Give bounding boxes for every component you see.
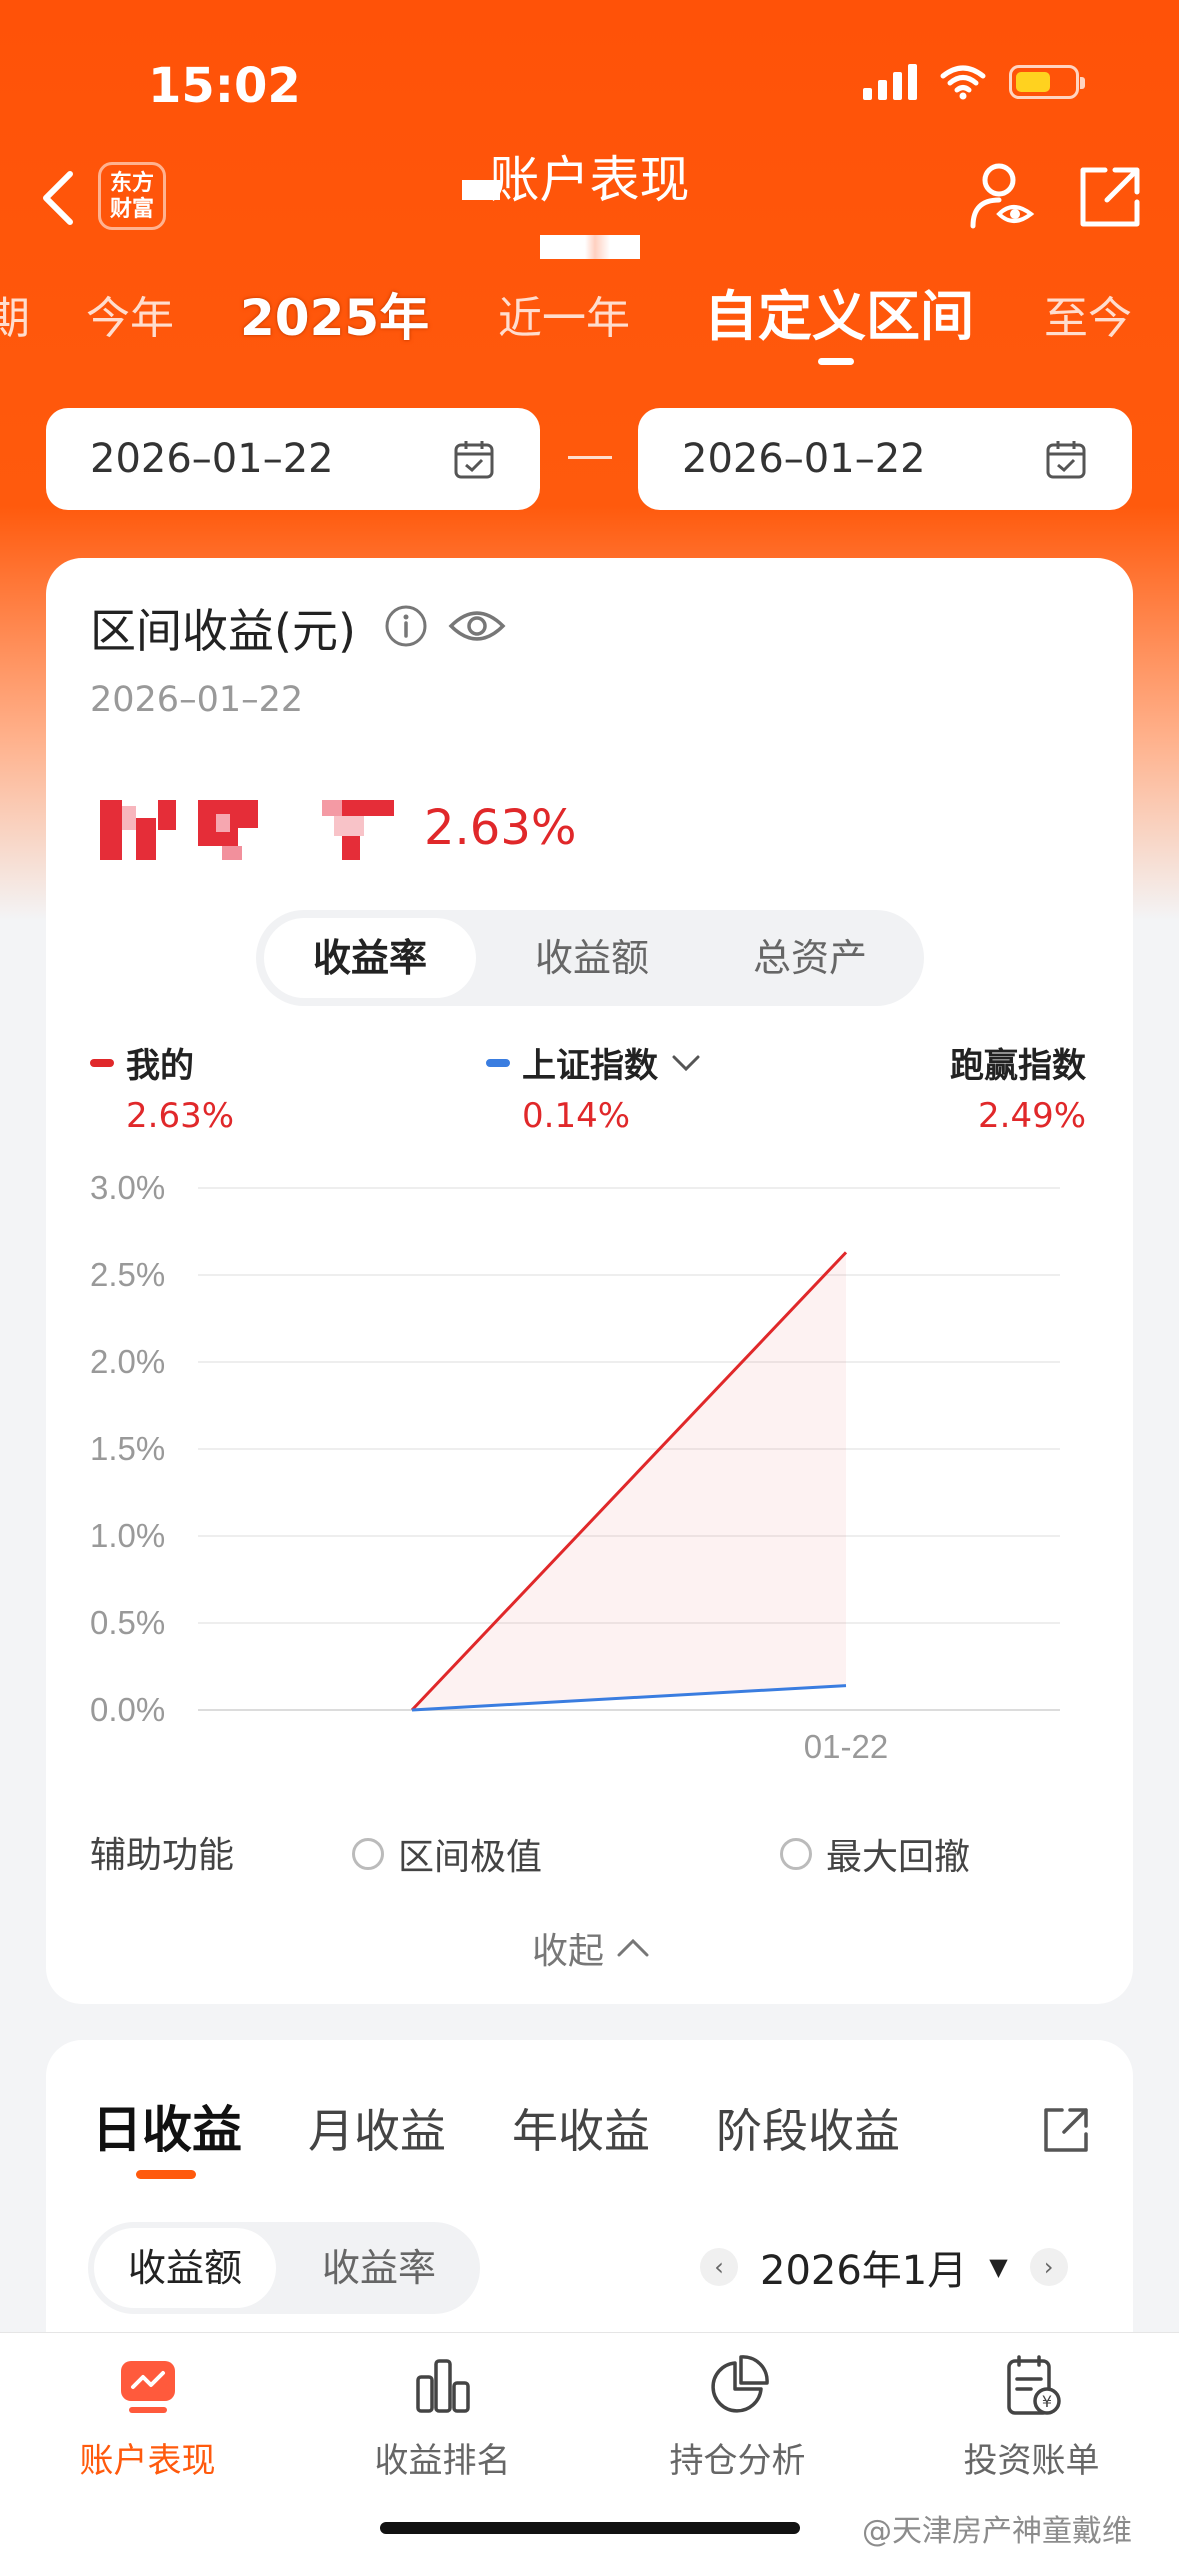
y-tick-label: 2.0% bbox=[90, 1343, 165, 1380]
user-privacy-icon[interactable] bbox=[965, 160, 1037, 232]
start-date-input[interactable]: 2026–01–22 bbox=[46, 408, 540, 510]
tab-custom-range[interactable]: 自定义区间 bbox=[704, 272, 974, 351]
y-tick-label: 1.0% bbox=[90, 1517, 165, 1554]
bottom-nav-bill[interactable]: ¥ 投资账单 bbox=[884, 2353, 1179, 2482]
bottom-nav-holdings[interactable]: 持仓分析 bbox=[590, 2353, 885, 2482]
bottom-nav-label: 账户表现 bbox=[79, 2441, 216, 2481]
period-tabs: 期 今年 2025年 近一年 自定义区间 至今 bbox=[0, 282, 1179, 362]
tab-to-date[interactable]: 至今 bbox=[1044, 282, 1132, 346]
segment-return-amount[interactable]: 收益额 bbox=[486, 918, 698, 998]
tab-underline bbox=[818, 358, 854, 365]
bar-chart-icon bbox=[415, 2359, 470, 2413]
y-tick-label: 2.5% bbox=[90, 1256, 165, 1293]
aux-label: 辅助功能 bbox=[90, 1835, 235, 1876]
bottom-nav-label: 收益排名 bbox=[374, 2441, 511, 2481]
legend-mine-label: 我的 bbox=[126, 1046, 194, 1086]
radio-circle[interactable] bbox=[780, 1838, 812, 1870]
return-chart: 0.0% 0.5% 1.0% 1.5% 2.0% 2.5% 3.0% 01-22 bbox=[90, 1169, 1060, 1765]
y-tick-label: 1.5% bbox=[90, 1430, 165, 1467]
trend-chart-icon bbox=[120, 2361, 175, 2413]
x-tick-label: 01-22 bbox=[804, 1728, 888, 1765]
collapse-label: 收起 bbox=[532, 1931, 605, 1972]
pie-chart-icon bbox=[710, 2355, 769, 2413]
bill-icon: ¥ bbox=[1006, 2355, 1061, 2415]
legend-excess-value: 2.49% bbox=[978, 1096, 1087, 1136]
segment-daily-rate[interactable]: 收益率 bbox=[284, 2228, 474, 2308]
calendar-icon bbox=[1046, 441, 1086, 479]
month-label[interactable]: 2026年1月 bbox=[760, 2238, 967, 2296]
tab-this-year[interactable]: 今年 bbox=[86, 282, 174, 346]
tab-last-year[interactable]: 近一年 bbox=[498, 282, 630, 346]
status-icons bbox=[863, 64, 1085, 100]
legend-mine-swatch bbox=[90, 1058, 114, 1067]
bottom-nav-account[interactable]: 账户表现 bbox=[0, 2353, 295, 2482]
legend-index[interactable]: 上证指数 bbox=[486, 1038, 702, 1087]
legend-mine: 我的 bbox=[90, 1038, 194, 1087]
card-title: 区间收益(元) bbox=[90, 604, 356, 658]
masked-account-id bbox=[540, 235, 640, 259]
chart-type-segment: 收益率 收益额 总资产 bbox=[256, 910, 924, 1006]
segment-total-assets[interactable]: 总资产 bbox=[704, 918, 916, 998]
legend-excess-label: 跑赢指数 bbox=[950, 1046, 1086, 1086]
y-tick-label: 0.0% bbox=[90, 1691, 165, 1728]
start-date-value: 2026–01–22 bbox=[90, 436, 334, 482]
profit-rate: 2.63% bbox=[424, 800, 577, 856]
radio-max-drawdown[interactable]: 最大回撤 bbox=[780, 1828, 970, 1880]
eye-icon[interactable] bbox=[448, 604, 506, 648]
battery-icon bbox=[1009, 65, 1085, 99]
date-separator bbox=[568, 456, 612, 459]
tab-partial-left[interactable]: 期 bbox=[0, 282, 30, 346]
radio-max-drawdown-label: 最大回撤 bbox=[826, 1837, 971, 1878]
daily-metric-segment: 收益额 收益率 bbox=[88, 2222, 480, 2314]
caret-down-icon[interactable]: ▼ bbox=[989, 2253, 1007, 2281]
tab-daily-returns[interactable]: 日收益 bbox=[92, 2090, 242, 2162]
status-time: 15:02 bbox=[148, 58, 301, 114]
home-indicator bbox=[380, 2522, 800, 2534]
radio-range-extreme-label: 区间极值 bbox=[398, 1837, 543, 1878]
chevron-down-icon[interactable] bbox=[670, 1051, 702, 1075]
tab-yearly-returns[interactable]: 年收益 bbox=[512, 2095, 650, 2161]
y-tick-label: 0.5% bbox=[90, 1604, 165, 1641]
wifi-icon bbox=[940, 65, 986, 100]
month-selector: ‹ 2026年1月 ▼ › bbox=[700, 2238, 1068, 2296]
end-date-value: 2026–01–22 bbox=[682, 436, 926, 482]
tab-monthly-returns[interactable]: 月收益 bbox=[308, 2095, 446, 2161]
collapse-button[interactable]: 收起 bbox=[532, 1922, 650, 1974]
share-icon[interactable] bbox=[1075, 162, 1145, 232]
next-month-button[interactable]: › bbox=[1029, 2248, 1068, 2286]
daily-tab-underline bbox=[136, 2170, 196, 2179]
info-icon[interactable] bbox=[384, 604, 428, 648]
legend-index-label: 上证指数 bbox=[522, 1046, 658, 1086]
radio-circle[interactable] bbox=[352, 1838, 384, 1870]
tab-stage-returns[interactable]: 阶段收益 bbox=[716, 2095, 900, 2161]
tab-2025[interactable]: 2025年 bbox=[240, 278, 429, 350]
svg-text:¥: ¥ bbox=[1041, 2392, 1051, 2411]
masked-profit-amount bbox=[100, 800, 394, 860]
segment-return-rate[interactable]: 收益率 bbox=[264, 918, 476, 998]
summary-date: 2026–01–22 bbox=[90, 680, 304, 720]
signal-icon bbox=[863, 64, 917, 100]
calendar-icon bbox=[454, 441, 494, 479]
prev-month-button[interactable]: ‹ bbox=[700, 2248, 738, 2286]
legend-mine-value: 2.63% bbox=[126, 1096, 235, 1136]
y-tick-label: 3.0% bbox=[90, 1169, 165, 1206]
bottom-nav-label: 投资账单 bbox=[963, 2441, 1100, 2481]
legend-index-value: 0.14% bbox=[522, 1096, 631, 1136]
chevron-up-icon bbox=[617, 1938, 649, 1957]
bottom-nav-label: 持仓分析 bbox=[669, 2441, 806, 2481]
watermark: @天津房产神童戴维 bbox=[862, 2514, 1132, 2549]
end-date-input[interactable]: 2026–01–22 bbox=[638, 408, 1132, 510]
bottom-nav-ranking[interactable]: 收益排名 bbox=[295, 2353, 590, 2482]
export-icon[interactable] bbox=[1040, 2104, 1092, 2156]
legend-excess: 跑赢指数 bbox=[950, 1038, 1086, 1087]
segment-daily-amount[interactable]: 收益额 bbox=[94, 2228, 276, 2308]
radio-range-extreme[interactable]: 区间极值 bbox=[352, 1828, 542, 1880]
legend-index-swatch bbox=[486, 1058, 510, 1067]
